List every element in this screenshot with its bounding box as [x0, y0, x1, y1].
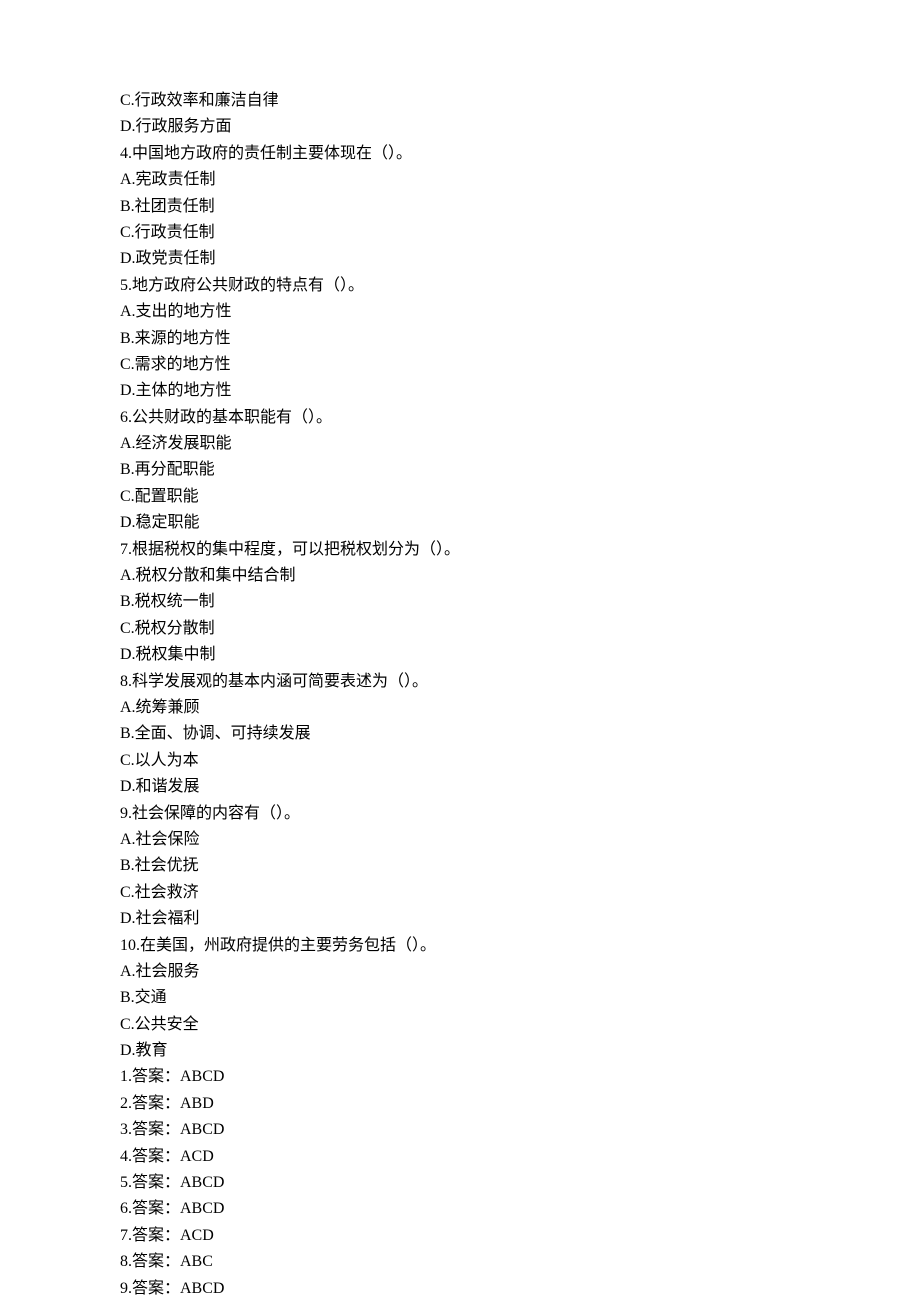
text-line: D.稳定职能: [120, 510, 920, 536]
text-line: B.来源的地方性: [120, 326, 920, 352]
answer-line: 4.答案：ACD: [120, 1144, 920, 1170]
text-line: B.全面、协调、可持续发展: [120, 721, 920, 747]
text-line: A.税权分散和集中结合制: [120, 563, 920, 589]
text-line: C.社会救济: [120, 880, 920, 906]
text-line: A.社会服务: [120, 959, 920, 985]
document-content: C.行政效率和廉洁自律 D.行政服务方面 4.中国地方政府的责任制主要体现在（）…: [120, 88, 920, 1302]
text-line: A.经济发展职能: [120, 431, 920, 457]
answer-line: 8.答案：ABC: [120, 1249, 920, 1275]
text-line: D.政党责任制: [120, 246, 920, 272]
answer-line: 7.答案：ACD: [120, 1223, 920, 1249]
answer-line: 6.答案：ABCD: [120, 1196, 920, 1222]
text-line: D.社会福利: [120, 906, 920, 932]
text-line: B.社团责任制: [120, 194, 920, 220]
text-line: 10.在美国，州政府提供的主要劳务包括（）。: [120, 933, 920, 959]
text-line: C.税权分散制: [120, 616, 920, 642]
text-line: C.配置职能: [120, 484, 920, 510]
text-line: B.社会优抚: [120, 853, 920, 879]
text-line: D.教育: [120, 1038, 920, 1064]
text-line: D.行政服务方面: [120, 114, 920, 140]
text-line: A.宪政责任制: [120, 167, 920, 193]
text-line: D.和谐发展: [120, 774, 920, 800]
answer-line: 3.答案：ABCD: [120, 1117, 920, 1143]
text-line: 4.中国地方政府的责任制主要体现在（）。: [120, 141, 920, 167]
text-line: 6.公共财政的基本职能有（）。: [120, 405, 920, 431]
text-line: D.税权集中制: [120, 642, 920, 668]
text-line: B.再分配职能: [120, 457, 920, 483]
text-line: C.行政责任制: [120, 220, 920, 246]
text-line: 5.地方政府公共财政的特点有（）。: [120, 273, 920, 299]
answer-line: 9.答案：ABCD: [120, 1276, 920, 1302]
text-line: A.支出的地方性: [120, 299, 920, 325]
text-line: 7.根据税权的集中程度，可以把税权划分为（）。: [120, 537, 920, 563]
text-line: 8.科学发展观的基本内涵可简要表述为（）。: [120, 669, 920, 695]
text-line: B.税权统一制: [120, 589, 920, 615]
text-line: C.行政效率和廉洁自律: [120, 88, 920, 114]
answer-line: 5.答案：ABCD: [120, 1170, 920, 1196]
text-line: B.交通: [120, 985, 920, 1011]
text-line: A.统筹兼顾: [120, 695, 920, 721]
text-line: C.需求的地方性: [120, 352, 920, 378]
text-line: C.公共安全: [120, 1012, 920, 1038]
answer-line: 1.答案：ABCD: [120, 1064, 920, 1090]
text-line: D.主体的地方性: [120, 378, 920, 404]
answer-line: 2.答案：ABD: [120, 1091, 920, 1117]
text-line: A.社会保险: [120, 827, 920, 853]
text-line: C.以人为本: [120, 748, 920, 774]
text-line: 9.社会保障的内容有（）。: [120, 801, 920, 827]
